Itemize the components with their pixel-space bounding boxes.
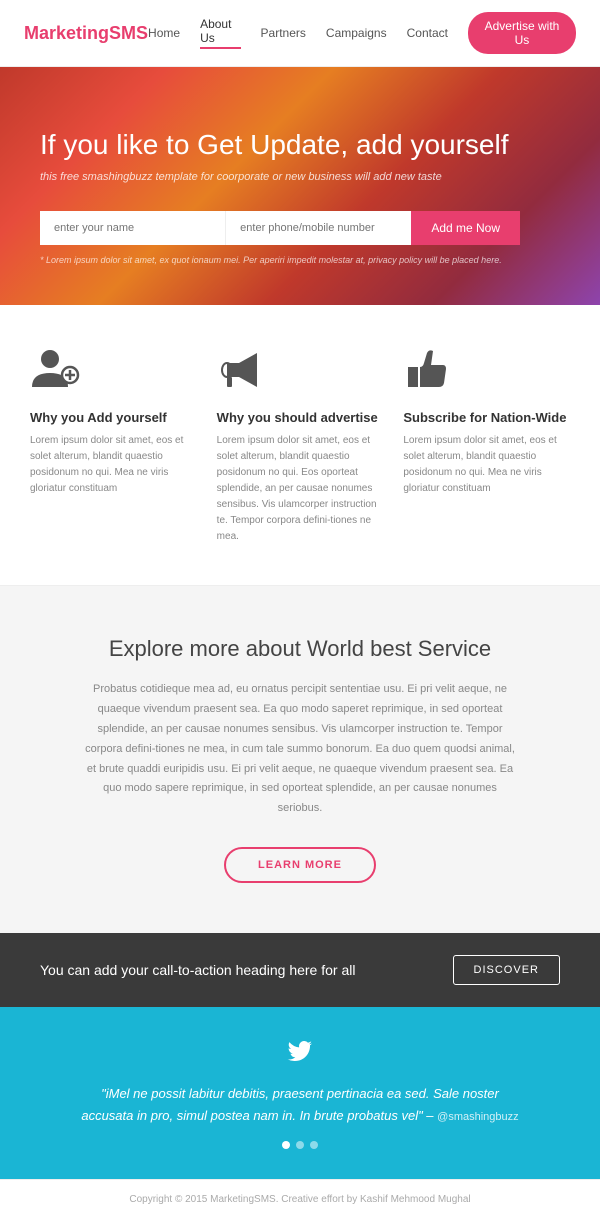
thumbsup-icon bbox=[403, 345, 570, 398]
nav-campaigns[interactable]: Campaigns bbox=[326, 26, 387, 40]
feature-advertise: Why you should advertise Lorem ipsum dol… bbox=[217, 345, 384, 545]
testimonial-dots bbox=[60, 1141, 540, 1149]
logo-text-accent: SMS bbox=[109, 23, 148, 43]
hero-disclaimer: * Lorem ipsum dolor sit amet, ex quot io… bbox=[40, 255, 560, 265]
feature-subscribe-desc: Lorem ipsum dolor sit amet, eos et solet… bbox=[403, 433, 570, 497]
hero-title: If you like to Get Update, add yourself bbox=[40, 127, 560, 163]
learn-more-button[interactable]: LEARN MORE bbox=[224, 847, 376, 883]
testimonial-quote: "iMel ne possit labitur debitis, praesen… bbox=[80, 1083, 520, 1127]
logo-text-main: Marketing bbox=[24, 23, 109, 43]
testimonial-section: "iMel ne possit labitur debitis, praesen… bbox=[0, 1007, 600, 1179]
feature-subscribe: Subscribe for Nation-Wide Lorem ipsum do… bbox=[403, 345, 570, 545]
advertise-button[interactable]: Advertise with Us bbox=[468, 12, 576, 54]
cta-strip-text: You can add your call-to-action heading … bbox=[40, 962, 355, 978]
name-input[interactable] bbox=[40, 211, 226, 245]
feature-add-yourself: Why you Add yourself Lorem ipsum dolor s… bbox=[30, 345, 197, 545]
dot-1[interactable] bbox=[282, 1141, 290, 1149]
testimonial-author: @smashingbuzz bbox=[437, 1111, 518, 1123]
twitter-icon bbox=[60, 1037, 540, 1071]
hero-subtitle: this free smashingbuzz template for coor… bbox=[40, 171, 560, 183]
site-logo: MarketingSMS bbox=[24, 23, 148, 44]
footer: Copyright © 2015 MarketingSMS. Creative … bbox=[0, 1179, 600, 1219]
person-add-icon bbox=[30, 345, 197, 398]
navigation: MarketingSMS Home About Us Partners Camp… bbox=[0, 0, 600, 67]
explore-section: Explore more about World best Service Pr… bbox=[0, 586, 600, 933]
nav-about[interactable]: About Us bbox=[200, 17, 240, 49]
explore-body: Probatus cotidieque mea ad, eu ornatus p… bbox=[80, 680, 520, 819]
nav-links: Home About Us Partners Campaigns Contact… bbox=[148, 12, 576, 54]
dot-3[interactable] bbox=[310, 1141, 318, 1149]
features-section: Why you Add yourself Lorem ipsum dolor s… bbox=[0, 305, 600, 586]
feature-subscribe-title: Subscribe for Nation-Wide bbox=[403, 410, 570, 425]
hero-section: If you like to Get Update, add yourself … bbox=[0, 67, 600, 305]
feature-add-yourself-desc: Lorem ipsum dolor sit amet, eos et solet… bbox=[30, 433, 197, 497]
feature-advertise-title: Why you should advertise bbox=[217, 410, 384, 425]
nav-contact[interactable]: Contact bbox=[407, 26, 448, 40]
megaphone-icon bbox=[217, 345, 384, 398]
explore-heading: Explore more about World best Service bbox=[60, 636, 540, 662]
add-me-button[interactable]: Add me Now bbox=[411, 211, 520, 245]
cta-strip: You can add your call-to-action heading … bbox=[0, 933, 600, 1007]
feature-add-yourself-title: Why you Add yourself bbox=[30, 410, 197, 425]
nav-partners[interactable]: Partners bbox=[261, 26, 306, 40]
hero-form: Add me Now bbox=[40, 211, 520, 245]
footer-text: Copyright © 2015 MarketingSMS. Creative … bbox=[14, 1194, 586, 1205]
feature-advertise-desc: Lorem ipsum dolor sit amet, eos et solet… bbox=[217, 433, 384, 545]
discover-button[interactable]: DISCOVER bbox=[453, 955, 560, 985]
nav-home[interactable]: Home bbox=[148, 26, 180, 40]
phone-input[interactable] bbox=[226, 211, 411, 245]
dot-2[interactable] bbox=[296, 1141, 304, 1149]
